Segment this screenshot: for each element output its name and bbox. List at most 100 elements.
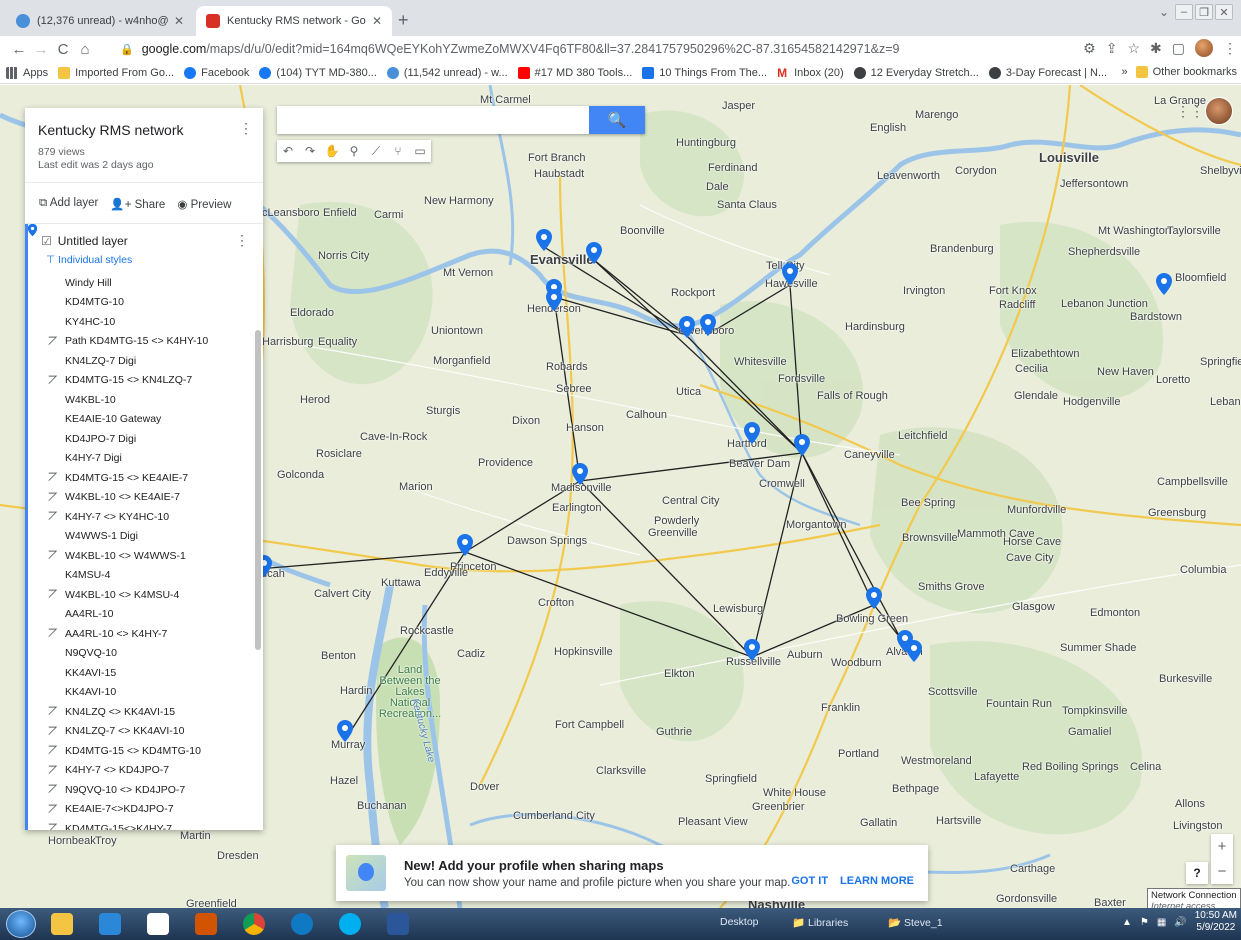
layer-name[interactable]: Untitled layer (58, 234, 128, 248)
side-panel-icon[interactable]: ▢ (1172, 40, 1185, 57)
close-tab-icon[interactable]: ✕ (174, 14, 184, 28)
map-marker-pin[interactable] (586, 242, 602, 264)
profile-avatar[interactable] (1195, 39, 1213, 57)
feature-marker-item[interactable]: W4KBL-10 (28, 224, 263, 410)
map-marker-pin[interactable] (536, 229, 552, 251)
system-clock[interactable]: 10:50 AM 5/9/2022 (1195, 910, 1237, 934)
feature-path-item[interactable]: ⦢ K4HY-7 <> KY4HC-10 (38, 507, 263, 527)
feature-path-item[interactable]: ⦢ W4KBL-10 <> K4MSU-4 (38, 585, 263, 605)
search-input[interactable] (277, 106, 589, 134)
map-marker-pin[interactable] (906, 640, 922, 662)
steve-toolbar[interactable]: 📂 Steve_1 (888, 916, 943, 929)
layer-options-icon[interactable]: ⋮ (235, 232, 249, 249)
close-window-button[interactable]: ✕ (1215, 4, 1233, 20)
map-title[interactable]: Kentucky RMS network (38, 122, 251, 138)
feature-marker-item[interactable]: KD4JPO-7 Digi (28, 224, 263, 449)
feature-marker-item[interactable]: W4WWS-1 Digi (28, 224, 263, 547)
add-layer-button[interactable]: ⧉ Add layer (39, 197, 98, 211)
individual-styles-link[interactable]: ⊤ Individual styles (38, 252, 263, 273)
feature-path-item[interactable]: ⦢ Path KD4MTG-15 <> K4HY-10 (38, 332, 263, 352)
feature-marker-item[interactable]: KK4AVI-15 (28, 224, 263, 683)
map-marker-pin[interactable] (744, 639, 760, 661)
volume-icon[interactable]: 🔊 (1174, 917, 1186, 928)
chrome-menu-icon[interactable]: ⋮ (1223, 40, 1237, 57)
new-tab-button[interactable]: + (398, 10, 409, 31)
map-options-icon[interactable]: ⋮ (239, 120, 253, 137)
minimize-button[interactable]: – (1175, 4, 1193, 20)
map-marker-pin[interactable] (546, 289, 562, 311)
map-marker-pin[interactable] (782, 263, 798, 285)
add-marker-icon[interactable]: ⚲ (343, 144, 365, 158)
search-button[interactable]: 🔍 (589, 106, 645, 134)
directions-icon[interactable]: ⑂ (387, 144, 409, 158)
feature-path-item[interactable]: ⦢ K4HY-7 <> KD4JPO-7 (38, 761, 263, 781)
feature-marker-item[interactable]: AA4RL-10 (28, 224, 263, 625)
map-marker-pin[interactable] (457, 534, 473, 556)
feature-path-item[interactable]: ⦢ AA4RL-10 <> K4HY-7 (38, 624, 263, 644)
bookmark-forecast[interactable]: 3-Day Forecast | N... (988, 66, 1107, 79)
taskbar-outlook[interactable] (184, 910, 228, 938)
extensions-puzzle-icon[interactable]: ✱ (1150, 40, 1162, 57)
bookmark-md380[interactable]: #17 MD 380 Tools... (517, 66, 632, 79)
bookmark-stretch[interactable]: 12 Everyday Stretch... (853, 66, 979, 79)
bookmark-imported[interactable]: Imported From Go... (58, 66, 174, 79)
feature-path-item[interactable]: ⦢ W4KBL-10 <> W4WWS-1 (38, 546, 263, 566)
zoom-in-button[interactable]: + (1218, 838, 1227, 855)
reload-button[interactable]: C (52, 41, 74, 58)
undo-icon[interactable]: ↶ (277, 144, 299, 158)
account-avatar[interactable] (1205, 97, 1233, 125)
bookmark-inbox[interactable]: M Inbox (20) (777, 66, 844, 79)
taskbar-app[interactable] (136, 910, 180, 938)
share-icon[interactable]: ⇪ (1106, 40, 1118, 57)
lock-icon[interactable]: 🔒 (120, 43, 134, 56)
extension-icon[interactable]: ⚙ (1083, 40, 1096, 57)
map-marker-pin[interactable] (337, 720, 353, 742)
flag-icon[interactable]: ⚑ (1140, 917, 1149, 928)
tab-mail[interactable]: (12,376 unread) - w4nho@bellsouth ✕ (6, 6, 194, 36)
feature-marker-item[interactable]: KY4HC-10 (28, 224, 263, 332)
map-marker-pin[interactable] (679, 316, 695, 338)
network-icon[interactable]: ▦ (1157, 917, 1166, 928)
back-button[interactable]: ← (8, 41, 30, 58)
forward-button[interactable]: → (30, 41, 52, 58)
bookmark-star-icon[interactable]: ☆ (1127, 40, 1140, 57)
google-apps-icon[interactable]: ⋮⋮ (1176, 103, 1204, 120)
feature-path-item[interactable]: ⦢ N9QVQ-10 <> KD4JPO-7 (38, 780, 263, 800)
preview-button[interactable]: ◉ Preview (177, 197, 231, 211)
taskbar-word[interactable] (376, 910, 420, 938)
layer-checkbox[interactable]: ☑ (41, 234, 52, 248)
tab-search-icon[interactable]: ⌄ (1155, 4, 1173, 20)
redo-icon[interactable]: ↷ (299, 144, 321, 158)
feature-marker-item[interactable]: KK4AVI-10 (28, 224, 263, 703)
feature-marker-item[interactable]: KE4AIE-10 Gateway (28, 224, 263, 430)
taskbar-skype[interactable] (328, 910, 372, 938)
feature-marker-item[interactable]: Windy Hill (28, 224, 263, 293)
map-canvas[interactable]: Louisville Jeffersontown Shelbyville La … (0, 85, 1241, 908)
bookmark-tyt[interactable]: (104) TYT MD-380... (259, 66, 377, 79)
feature-path-item[interactable]: ⦢ KD4MTG-15 <> KN4LZQ-7 (38, 371, 263, 391)
feature-path-item[interactable]: ⦢ KN4LZQ <> KK4AVI-15 (38, 702, 263, 722)
help-button[interactable]: ? (1186, 862, 1208, 884)
taskbar-edge[interactable] (280, 910, 324, 938)
feature-path-item[interactable]: ⦢ KD4MTG-15<>K4HY-7 (38, 819, 263, 830)
desktop-toolbar[interactable]: Desktop (720, 916, 759, 928)
zoom-out-button[interactable]: − (1218, 863, 1227, 880)
taskbar-onedrive[interactable] (88, 910, 132, 938)
feature-marker-item[interactable]: KN4LZQ-7 Digi (28, 224, 263, 371)
panel-scrollbar[interactable] (255, 330, 261, 650)
bookmark-10things[interactable]: 10 Things From The... (642, 66, 767, 79)
feature-path-item[interactable]: ⦢ KD4MTG-15 <> KE4AIE-7 (38, 468, 263, 488)
restore-button[interactable]: ❐ (1195, 4, 1213, 20)
map-marker-pin[interactable] (572, 463, 588, 485)
map-marker-pin[interactable] (700, 314, 716, 336)
more-bookmarks-button[interactable]: » (1122, 66, 1128, 78)
feature-path-item[interactable]: ⦢ KN4LZQ-7 <> KK4AVI-10 (38, 722, 263, 742)
home-button[interactable]: ⌂ (74, 41, 96, 58)
feature-path-item[interactable]: ⦢ KD4MTG-15 <> KD4MTG-10 (38, 741, 263, 761)
feature-path-item[interactable]: ⦢ W4KBL-10 <> KE4AIE-7 (38, 488, 263, 508)
taskbar-chrome[interactable] (232, 910, 276, 938)
feature-path-item[interactable]: ⦢ KE4AIE-7<>KD4JPO-7 (38, 800, 263, 820)
learn-more-button[interactable]: LEARN MORE (840, 875, 914, 887)
tab-my-maps[interactable]: Kentucky RMS network - Google My Maps ✕ (196, 6, 392, 36)
bookmark-facebook[interactable]: Facebook (184, 66, 249, 79)
